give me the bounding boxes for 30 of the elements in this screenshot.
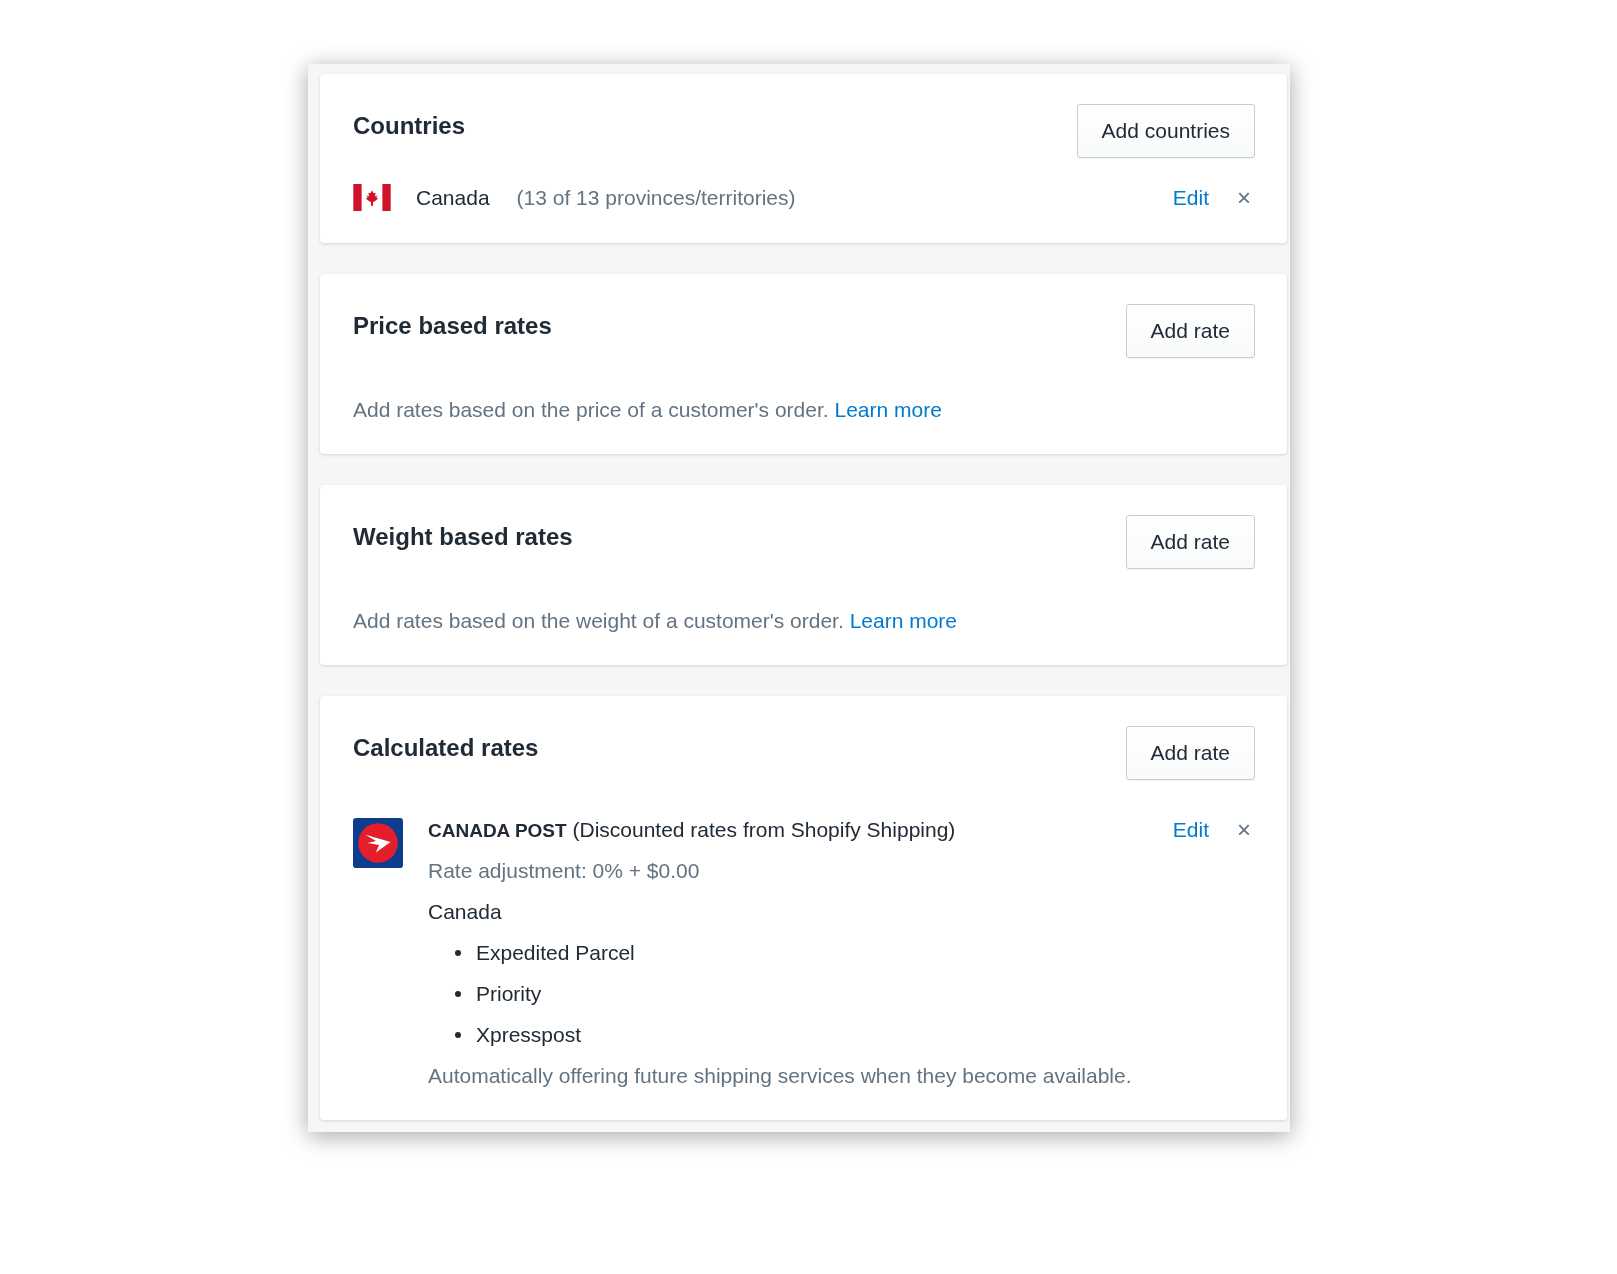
card-title: Calculated rates — [353, 734, 539, 762]
carrier-logo-icon — [353, 818, 403, 868]
edit-link[interactable]: Edit — [1172, 818, 1209, 842]
rate-adjustment: Rate adjustment: 0% + $0.00 — [428, 859, 701, 883]
close-button[interactable]: × — [1233, 185, 1255, 210]
card-title: Weight based rates — [353, 523, 573, 551]
service-name: Priority — [476, 982, 542, 1006]
region-name: Canada — [428, 900, 503, 924]
edit-link[interactable]: Edit — [1172, 185, 1209, 210]
country-name: Canada — [416, 185, 490, 210]
add-button[interactable]: Add rate — [1125, 515, 1255, 569]
bullet-icon — [455, 1032, 461, 1038]
card-title: Price based rates — [353, 312, 552, 340]
learn-more-link[interactable]: Learn more — [834, 398, 942, 421]
add-button[interactable]: Add rate — [1125, 304, 1255, 358]
service-name: Expedited Parcel — [476, 941, 635, 965]
bullet-icon — [455, 950, 461, 956]
close-button[interactable]: × — [1233, 818, 1255, 842]
add-button[interactable]: Add countries — [1076, 104, 1255, 158]
card-title: Countries — [353, 112, 465, 140]
service-name: Xpresspost — [476, 1023, 582, 1047]
description-text: Add rates based on the price of a customer's order. Learn more — [353, 398, 943, 422]
country-detail: (13 of 13 provinces/territories) — [516, 185, 796, 210]
carrier-name: CANADA POST (Discounted rates from Shopify Shipping) — [428, 818, 956, 842]
note-text: Automatically offering future shipping services when they become available. — [428, 1064, 1133, 1088]
learn-more-link[interactable]: Learn more — [849, 609, 958, 632]
flag-icon — [353, 184, 391, 211]
description-text: Add rates based on the weight of a customer's order. Learn more — [353, 609, 959, 633]
add-button[interactable]: Add rate — [1125, 726, 1255, 780]
bullet-icon — [455, 991, 461, 997]
